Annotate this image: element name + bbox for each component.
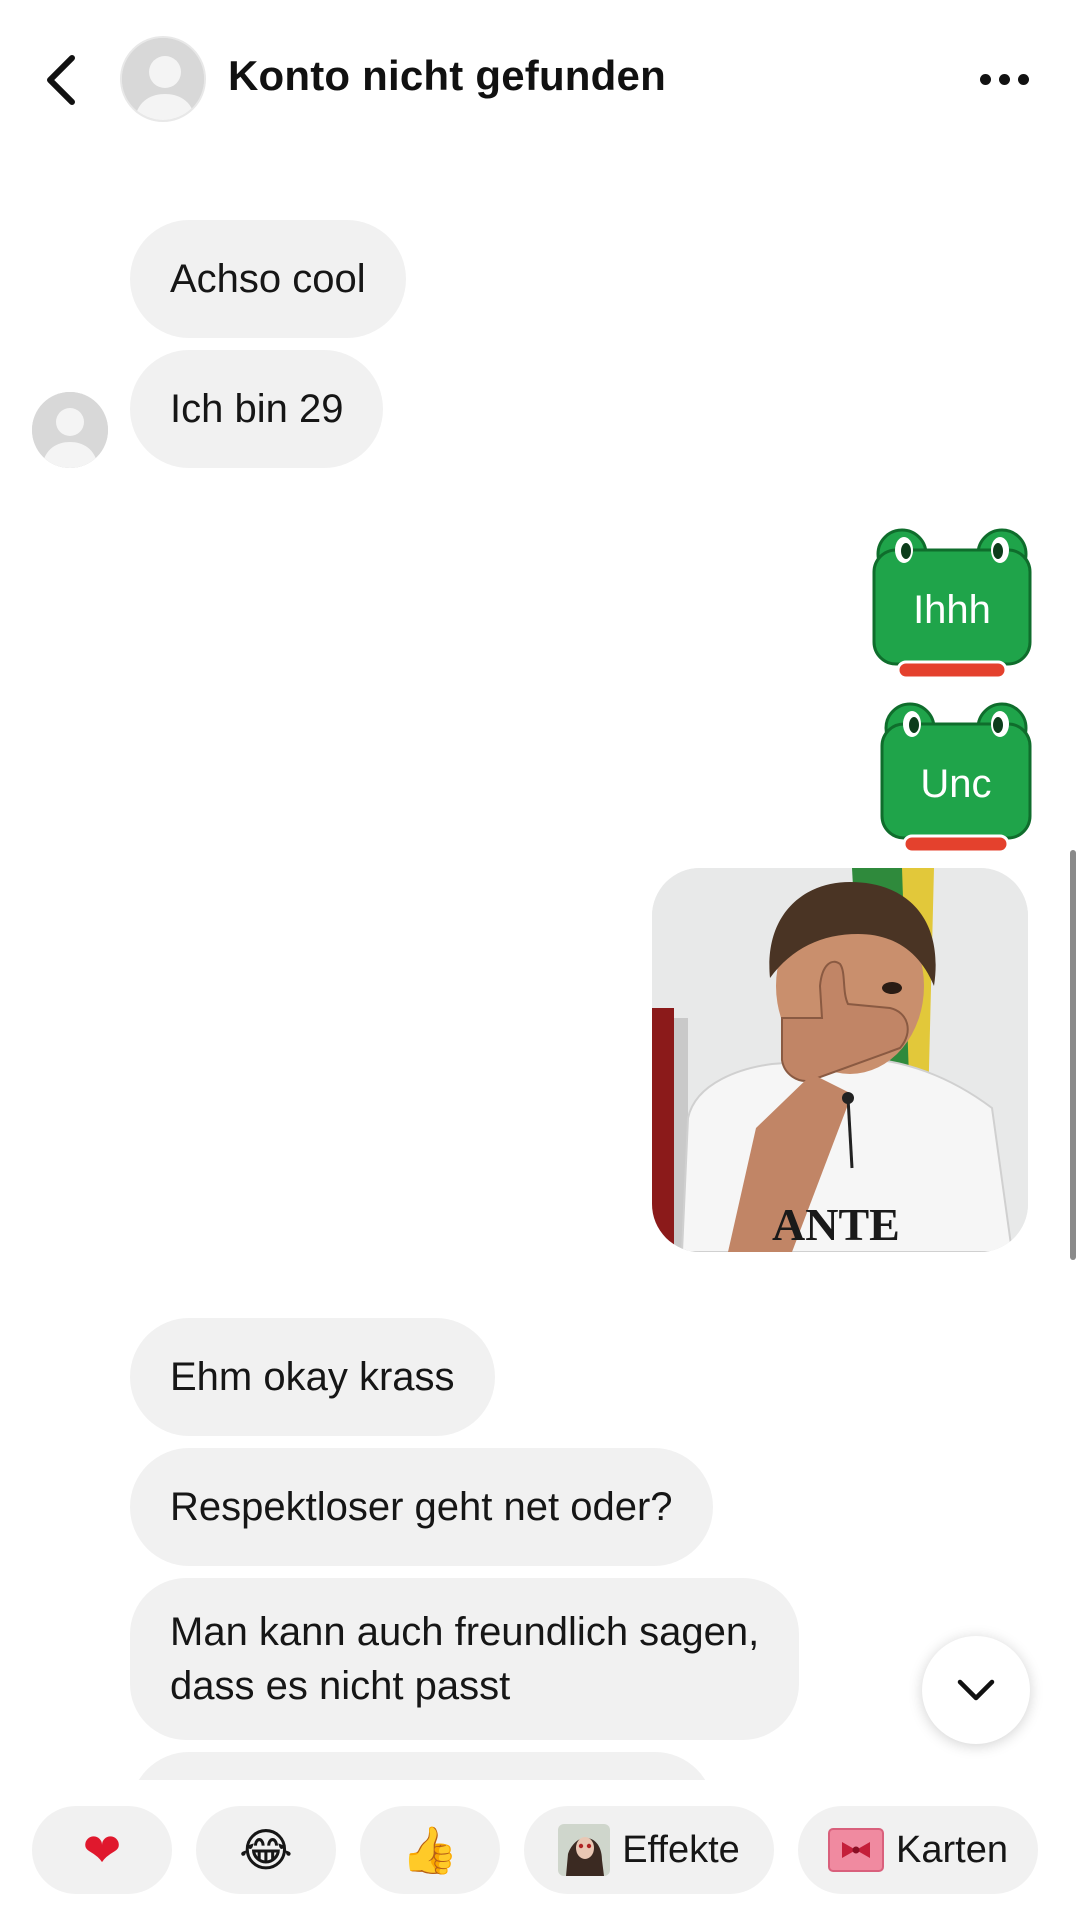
sticker-message[interactable]: Ihhh bbox=[872, 520, 1032, 682]
message-text-line: dass es nicht passt bbox=[170, 1664, 511, 1708]
chat-header: Konto nicht gefunden bbox=[0, 0, 1080, 160]
sender-avatar[interactable] bbox=[32, 392, 108, 468]
heart-reaction-button[interactable]: ❤ bbox=[32, 1806, 172, 1894]
sticker-message[interactable]: Unc bbox=[880, 694, 1032, 856]
scrollbar[interactable] bbox=[1070, 850, 1076, 1260]
effects-button[interactable]: Effekte bbox=[524, 1806, 774, 1894]
incoming-message[interactable]: Respektloser geht net oder? bbox=[130, 1448, 713, 1566]
image-message[interactable]: ANTE bbox=[652, 868, 1028, 1252]
sticker-text: Ihhh bbox=[913, 588, 991, 632]
message-text: Respektloser geht net oder? bbox=[170, 1485, 673, 1529]
incoming-message-partial[interactable] bbox=[130, 1752, 714, 1780]
effects-label: Effekte bbox=[622, 1828, 740, 1871]
incoming-message[interactable]: Man kann auch freundlich sagen, dass es … bbox=[130, 1578, 800, 1740]
default-avatar-icon bbox=[32, 392, 108, 468]
chevron-down-icon bbox=[957, 1679, 995, 1701]
meme-photo-illustration: ANTE bbox=[652, 868, 1028, 1252]
laughing-face-icon: 😂 bbox=[239, 1823, 293, 1877]
more-dot-icon bbox=[979, 73, 991, 85]
laugh-reaction-button[interactable]: 😂 bbox=[196, 1806, 336, 1894]
default-avatar-icon bbox=[122, 38, 204, 120]
thumbs-up-icon: 👍 bbox=[401, 1823, 459, 1877]
quick-reaction-bar: ❤ 😂 👍 Effekte Karten bbox=[0, 1800, 1080, 1920]
thumbs-up-reaction-button[interactable]: 👍 bbox=[360, 1806, 500, 1894]
contact-avatar[interactable] bbox=[120, 36, 206, 122]
back-button[interactable] bbox=[36, 48, 86, 112]
more-dot-icon bbox=[1017, 73, 1029, 85]
message-text-line: Man kann auch freundlich sagen, bbox=[170, 1610, 760, 1654]
gift-card-icon bbox=[828, 1828, 885, 1872]
cards-label: Karten bbox=[896, 1828, 1008, 1871]
more-options-button[interactable] bbox=[968, 58, 1040, 100]
sticker-text: Unc bbox=[920, 762, 992, 806]
chevron-left-icon bbox=[47, 55, 75, 105]
message-list[interactable]: Achso cool Ich bin 29 Ihhh Unc ANTE Ehm … bbox=[0, 140, 1080, 1780]
effects-thumbnail-icon bbox=[558, 1824, 611, 1876]
message-text: Ich bin 29 bbox=[170, 387, 344, 431]
more-dot-icon bbox=[998, 73, 1010, 85]
message-text: Ehm okay krass bbox=[170, 1355, 455, 1399]
incoming-message[interactable]: Ich bin 29 bbox=[130, 350, 384, 468]
cards-button[interactable]: Karten bbox=[798, 1806, 1038, 1894]
conversation-title[interactable]: Konto nicht gefunden bbox=[228, 52, 666, 100]
incoming-message[interactable]: Ehm okay krass bbox=[130, 1318, 495, 1436]
incoming-message[interactable]: Achso cool bbox=[130, 220, 406, 338]
heart-icon: ❤ bbox=[82, 1823, 122, 1877]
shirt-text: ANTE bbox=[772, 1199, 900, 1250]
message-text: Achso cool bbox=[170, 257, 366, 301]
scroll-to-bottom-button[interactable] bbox=[922, 1636, 1030, 1744]
